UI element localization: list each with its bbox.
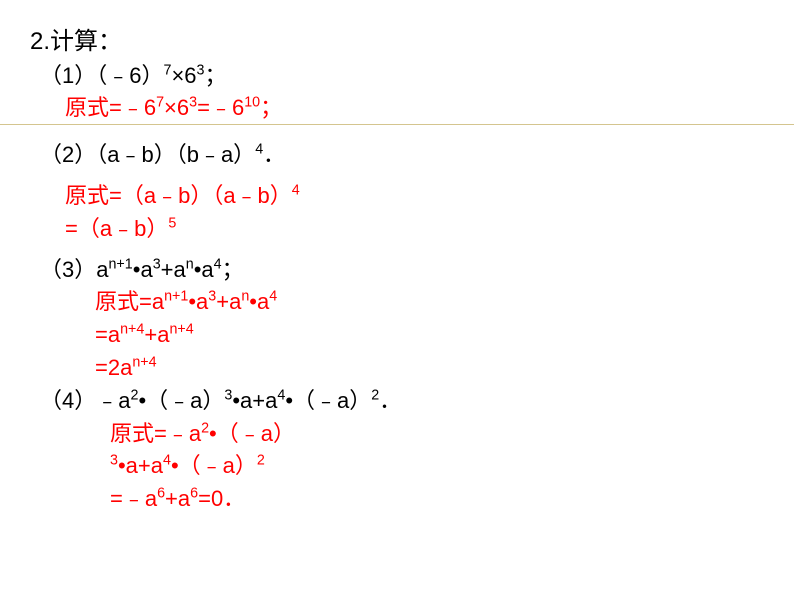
q3-exp3: n [186,256,194,272]
a4l2-mid1: •a+a [118,453,163,478]
a3l1-prefix: 原式=a [95,289,164,314]
a2l2-exp: 5 [168,215,176,231]
problem-title: 2.计算： [30,25,764,59]
a1-prefix: 原式=﹣6 [65,95,156,120]
a1-exp1: 7 [156,95,164,111]
spacer [30,126,764,140]
a2l2-prefix: =（a﹣b） [65,216,168,241]
a3l2-exp1: n+4 [120,322,144,338]
q3-exp2: 3 [153,256,161,272]
a2l1-prefix: 原式=（a﹣b）（a﹣b） [65,183,292,208]
a3l1-mid1: •a [188,289,208,314]
a3l3-prefix: =2a [95,355,132,380]
problem-4-answer-line3: =﹣a6+a6=0． [30,484,764,515]
a4l3-exp2: 6 [190,486,198,502]
a3l2-exp2: n+4 [169,322,193,338]
a4l3-prefix: =﹣a [110,486,157,511]
q2-exp1: 4 [255,142,263,158]
a4l1-mid1: •（﹣a） [209,421,295,446]
a4l2-exp1: 3 [110,453,118,469]
a3l1-exp1: n+1 [164,289,188,305]
problem-2-answer-line2: =（a﹣b）5 [30,214,764,245]
problem-2-answer-line1: 原式=（a﹣b）（a﹣b）4 [30,181,764,212]
q4-prefix: （4）﹣a [40,388,130,413]
q4-mid3: •（﹣a） [285,388,371,413]
a1-exp3: 10 [244,95,260,111]
q3-mid2: +a [161,257,186,282]
problem-2-question: （2）（a﹣b）（b﹣a）4． [30,140,764,171]
a3l1-exp4: 4 [269,289,277,305]
problem-4-question: （4）﹣a2•（﹣a）3•a+a4•（﹣a）2． [30,386,764,417]
a3l3-exp: n+4 [132,355,156,371]
a1-exp2: 3 [189,95,197,111]
q3-prefix: （3）a [40,257,108,282]
a4l3-end: =0． [198,486,245,511]
a3l2-mid: +a [144,322,169,347]
q1-text: （1）（﹣6） [40,63,163,88]
a4l3-exp1: 6 [157,486,165,502]
q1-mid1: ×6 [171,63,196,88]
q3-mid1: •a [133,257,153,282]
problem-4-answer-line1: 原式=﹣a2•（﹣a） [30,419,764,450]
problem-1-question: （1）（﹣6）7×63； [30,61,764,92]
spacer [30,173,764,181]
a4l3-mid: +a [165,486,190,511]
q3-exp1: n+1 [108,256,132,272]
q4-mid2: •a+a [232,388,277,413]
problem-3-answer-line1: 原式=an+1•a3+an•a4 [30,287,764,318]
q4-end: ． [379,388,401,413]
a2l1-exp: 4 [292,183,300,199]
spacer [30,247,764,255]
a4l2-exp3: 2 [257,453,265,469]
a3l1-mid2: +a [216,289,241,314]
q1-end: ； [204,63,226,88]
horizontal-divider [0,124,794,125]
a1-mid: ×6 [164,95,189,120]
problem-3-answer-line2: =an+4+an+4 [30,320,764,351]
problem-1-answer: 原式=﹣67×63=﹣610； [30,93,764,124]
problem-4-answer-line2: 3•a+a4•（﹣a）2 [30,451,764,482]
q4-mid1: •（﹣a） [138,388,224,413]
q3-mid3: •a [194,257,214,282]
q2-text: （2）（a﹣b）（b﹣a） [40,142,255,167]
a4l2-mid2: •（﹣a） [171,453,257,478]
problem-3-question: （3）an+1•a3+an•a4； [30,255,764,286]
a4l1-prefix: 原式=﹣a [110,421,201,446]
a1-end: ； [260,95,282,120]
a3l1-mid3: •a [249,289,269,314]
a1-mid2: =﹣6 [197,95,244,120]
a4l2-exp2: 4 [163,453,171,469]
q3-exp4: 4 [214,256,222,272]
a4l1-exp1: 2 [201,420,209,436]
problem-3-answer-line3: =2an+4 [30,353,764,384]
q2-end: ． [263,142,285,167]
a3l2-prefix: =a [95,322,120,347]
q3-end: ； [222,257,244,282]
